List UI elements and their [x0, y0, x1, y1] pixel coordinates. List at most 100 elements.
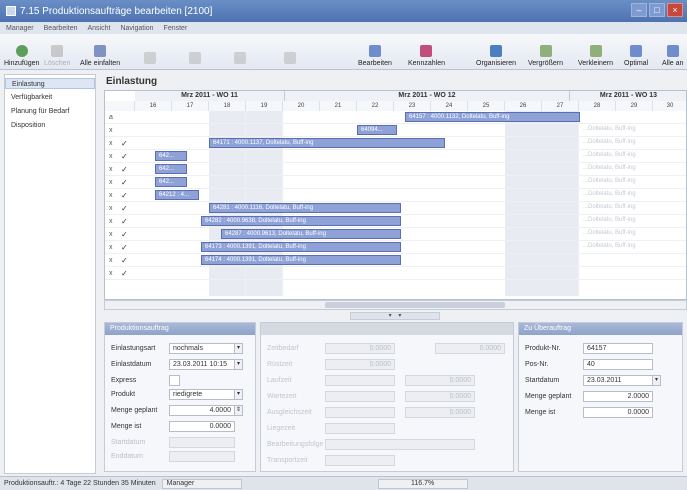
gantt-bar[interactable]: 64281 : 4000.1116, Doltelatu, Buff-ing [209, 203, 401, 213]
menu-item-fenster[interactable]: Fenster [164, 25, 188, 32]
gantt-chart[interactable]: Mrz 2011 - WO 11 Mrz 2011 - WO 12 Mrz 20… [104, 90, 687, 300]
weekend-column [505, 111, 579, 296]
form-row: Bearbeitungsfolge [267, 439, 475, 450]
disabled-tool-4[interactable] [265, 37, 315, 67]
wait-time-input[interactable] [325, 391, 395, 402]
check-icon[interactable]: ✓ [121, 165, 128, 174]
express-checkbox[interactable] [169, 375, 180, 386]
sidebar-item-planung[interactable]: Planung für Bedarf [5, 106, 95, 117]
check-icon[interactable]: ✓ [121, 191, 128, 200]
menu-item-bearbeiten[interactable]: Bearbeiten [44, 25, 78, 32]
menu-item-manager[interactable]: Manager [6, 25, 34, 32]
parent-order-panel: Zu Überauftrag Produkt-Nr. 64157 Pos-Nr.… [518, 322, 683, 472]
parent-planned-quantity-field[interactable]: 2.0000 [583, 391, 653, 402]
gantt-bar[interactable]: 64287 : 4000.9613, Doltelatu, Buff-ing [221, 229, 401, 239]
gantt-bar[interactable]: 64157 : 4000.1132, Doltelatu, Buff-ing [405, 112, 580, 122]
day-header: 19 [246, 101, 283, 111]
gantt-bar[interactable]: 64282 : 4000.9638, Doltelatu, Buff-ing [201, 216, 401, 226]
check-icon[interactable]: ✓ [121, 204, 128, 213]
disabled-tool-3[interactable] [220, 37, 260, 67]
zoom-out-icon [589, 45, 602, 57]
sidebar-item-disposition[interactable]: Disposition [5, 120, 95, 131]
zoom-in-icon [539, 45, 552, 57]
close-icon[interactable]: × [667, 3, 683, 17]
start-date-input[interactable] [169, 437, 235, 448]
maximize-icon[interactable]: □ [649, 3, 665, 17]
chevron-down-icon[interactable]: ▾ [235, 359, 243, 370]
check-icon[interactable]: ✓ [121, 139, 128, 148]
horizontal-scrollbar[interactable] [104, 300, 687, 310]
app-window: 7.15 Produktionsaufträge bearbeiten [210… [0, 0, 687, 490]
optimal-button[interactable]: Optimal [624, 37, 648, 67]
setup-time-input[interactable]: 0.0000 [325, 359, 395, 370]
gantt-bar[interactable]: 64174 : 4000.1391, Doltelatu, Buff-ing [201, 255, 401, 265]
scrollbar-thumb[interactable] [325, 302, 505, 308]
idle-time-input[interactable] [325, 423, 395, 434]
check-icon[interactable]: ✓ [121, 217, 128, 226]
capacities-button[interactable]: Kennzahlen [408, 37, 445, 67]
parent-actual-quantity-field[interactable]: 0.0000 [583, 407, 653, 418]
check-icon[interactable]: ✓ [121, 230, 128, 239]
field-label: Menge ist [111, 423, 142, 430]
organize-button[interactable]: Organisieren [476, 37, 516, 67]
check-icon[interactable]: ✓ [121, 256, 128, 265]
time-requirement-input[interactable]: 0.0000 [325, 343, 395, 354]
check-icon[interactable]: ✓ [121, 269, 128, 278]
runtime-input[interactable] [325, 375, 395, 386]
menu-item-ansicht[interactable]: Ansicht [88, 25, 111, 32]
check-icon[interactable]: ✓ [121, 243, 128, 252]
product-number-field[interactable]: 64157 [583, 343, 653, 354]
gantt-bar[interactable]: 642... [155, 164, 187, 174]
planned-quantity-input[interactable]: 4.0000 [169, 405, 235, 416]
field-label: Bearbeitungsfolge [267, 441, 324, 448]
gantt-bar[interactable]: 64171 : 4000.1137, Doltelatu, Buff-ing [209, 138, 445, 148]
wait-time-input-2[interactable]: 0.0000 [405, 391, 475, 402]
chevron-down-icon[interactable]: ▾ [653, 375, 661, 386]
delete-button[interactable]: Löschen [44, 37, 70, 67]
actual-quantity-input[interactable]: 0.0000 [169, 421, 235, 432]
disabled-tool-1[interactable] [130, 37, 170, 67]
all-button[interactable]: Alle an [662, 37, 683, 67]
row-divider [105, 162, 686, 163]
gantt-bar[interactable]: 64173 : 4000.1391, Doltelatu, Buff-ing [201, 242, 401, 252]
scheduling-date-input[interactable]: 23.03.2011 10:15 [169, 359, 235, 370]
field-label: Ausgleichszeit [267, 409, 312, 416]
time-requirement-input-2[interactable]: 0.0000 [435, 343, 505, 354]
row-marker: x [109, 153, 113, 160]
processing-sequence-input[interactable] [325, 439, 475, 450]
form-row: Produkt riedigrete ▾ [111, 389, 243, 400]
end-date-input[interactable] [169, 451, 235, 462]
transport-time-input[interactable] [325, 455, 395, 466]
chevron-down-icon[interactable]: ▾ [235, 343, 243, 354]
gantt-bar[interactable]: 642... [155, 177, 187, 187]
menu-item-navigation[interactable]: Navigation [120, 25, 153, 32]
gantt-bar[interactable]: 64094... [357, 125, 397, 135]
gantt-bar[interactable]: 642... [155, 151, 187, 161]
balance-time-input[interactable] [325, 407, 395, 418]
form-row: Produkt-Nr. 64157 [525, 343, 653, 354]
chevron-down-icon[interactable]: ▾ [235, 389, 243, 400]
zoom-out-button[interactable]: Verkleinern [578, 37, 613, 67]
zoom-in-button[interactable]: Vergrößern [528, 37, 563, 67]
field-label: Menge ist [525, 409, 556, 416]
add-button[interactable]: Hinzufügen [4, 37, 39, 67]
stepper-icon[interactable]: ⇕ [235, 405, 243, 416]
day-header: 27 [542, 101, 579, 111]
unfold-all-button[interactable]: Alle einfalten [80, 37, 120, 67]
edit-button[interactable]: Bearbeiten [358, 37, 392, 67]
disabled-tool-2[interactable] [175, 37, 215, 67]
check-icon[interactable]: ✓ [121, 178, 128, 187]
balance-time-input-2[interactable]: 0.0000 [405, 407, 475, 418]
scheduling-type-select[interactable]: nochmals [169, 343, 235, 354]
parent-start-date-field[interactable]: 23.03.2011 [583, 375, 653, 386]
sidebar-item-verfuegbarkeit[interactable]: Verfügbarkeit [5, 92, 95, 103]
runtime-input-2[interactable]: 0.0000 [405, 375, 475, 386]
sidebar-item-einlastung[interactable]: Einlastung [5, 78, 95, 89]
panel-splitter[interactable]: ▾ ▾ [350, 312, 440, 320]
product-select[interactable]: riedigrete [169, 389, 235, 400]
faded-bar-label: ...Doltelatu, Buff-ing [583, 178, 636, 184]
check-icon[interactable]: ✓ [121, 152, 128, 161]
minimize-icon[interactable]: – [631, 3, 647, 17]
position-number-field[interactable]: 40 [583, 359, 653, 370]
gantt-bar[interactable]: 64212 : 4... [155, 190, 199, 200]
